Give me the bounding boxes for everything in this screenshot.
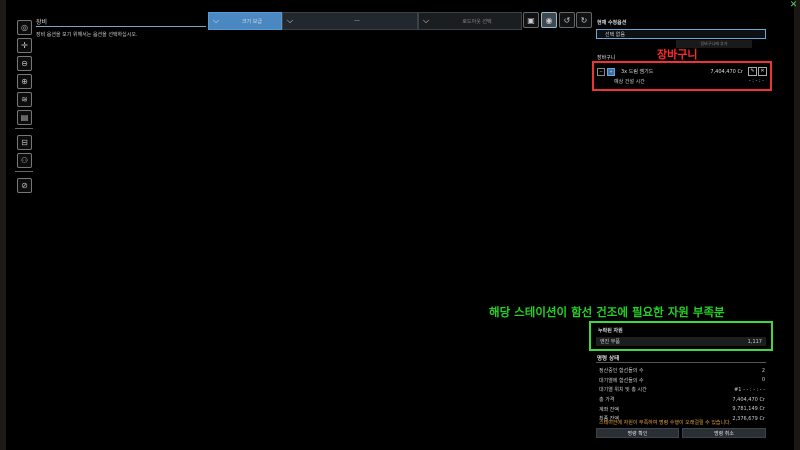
close-icon[interactable]: ✕	[789, 1, 798, 10]
crew-icon[interactable]: ⚇	[17, 153, 32, 168]
view-icon[interactable]: ◉	[541, 12, 557, 28]
title-underline	[36, 26, 206, 27]
order-status-list: 정산중인 함선들의 수2 대기열에 함선들의 수0 대기열 위치 및 총 시간 #…	[599, 366, 765, 424]
chevron-down-icon: ⌵	[212, 16, 220, 25]
order-row: 계좌 잔액 9,781,149 Cr	[599, 406, 765, 413]
save-icon[interactable]: ▣	[523, 12, 539, 28]
plus-icon[interactable]: +	[607, 67, 615, 76]
target-icon[interactable]: ✛	[17, 38, 32, 53]
no-entry-icon[interactable]: ⊘	[17, 178, 32, 193]
selection-button[interactable]: 선택 없음	[596, 29, 766, 39]
remove-icon[interactable]: ✕	[758, 67, 767, 76]
order-status-title: 명령 상태	[597, 356, 620, 362]
cart-item-build-time: 예상 건설 시간 - : - : -	[614, 78, 764, 85]
panel-title: 장비	[36, 19, 48, 26]
resource-warning: 스테이션에 자원이 부족하여 명령 수행이 오래걸릴 수 있습니다.	[599, 420, 732, 426]
loadout-dropdown[interactable]: ⌵ 로드아웃 선택	[418, 12, 522, 30]
undo-icon[interactable]: ↺	[559, 12, 575, 28]
shortage-annotation-box	[589, 321, 773, 351]
instruction-text: 장비 옵션을 보기 위해서는 옵션을 선택하십시오.	[36, 32, 138, 38]
type-dropdown[interactable]: ⌵ ---	[282, 12, 418, 30]
deployable-icon[interactable]: ⊟	[17, 135, 32, 150]
order-row: 대기열 위치 및 총 시간 #1 - - : - : - -	[599, 386, 765, 394]
toolbar-separator	[15, 128, 33, 129]
thruster-icon[interactable]: ≋	[17, 92, 32, 107]
chevron-down-icon: ⌵	[286, 16, 294, 25]
minus-icon[interactable]: −	[597, 67, 605, 76]
window-frame-right	[794, 0, 800, 450]
edit-icon[interactable]: ✎	[748, 67, 757, 76]
order-row: 총 가격 7,404,470 Cr	[599, 396, 765, 404]
shield-icon[interactable]: ⊖	[17, 56, 32, 71]
divider	[596, 362, 766, 363]
cart-item-row[interactable]: − + 3x 드림 엠기드 7,404,470 Cr ✎ ✕	[597, 66, 767, 77]
size-dropdown[interactable]: ⌵ 크기 보급	[208, 12, 282, 30]
confirm-order-button[interactable]: 명령 확인	[596, 428, 679, 438]
engine-icon[interactable]: ◎	[17, 20, 32, 35]
toolbar-separator	[15, 171, 33, 172]
order-row: 대기열에 함선들의 수0	[599, 377, 765, 384]
cart-header: 장바구니	[597, 55, 616, 61]
weapon-icon[interactable]: ⊕	[17, 74, 32, 89]
cart-annotation: 장바구니	[657, 48, 698, 61]
missing-resources-title: 누락된 자원	[598, 328, 623, 334]
cargo-icon[interactable]: ▤	[17, 110, 32, 125]
order-row: 정산중인 함선들의 수2	[599, 367, 765, 375]
shortage-annotation: 해당 스테이션이 함선 건조에 필요한 자원 부족분	[489, 305, 725, 319]
redo-icon[interactable]: ↻	[576, 12, 592, 28]
chevron-down-icon: ⌵	[422, 16, 430, 25]
left-toolbar: ◎ ✛ ⊖ ⊕ ≋ ▤ ⊟ ⚇ ⊘	[14, 20, 34, 196]
modification-title: 현재 수정옵션	[597, 20, 627, 26]
window-frame-left	[0, 0, 6, 450]
missing-resource-row: 엔진 부품 1,117	[596, 337, 766, 346]
cancel-order-button[interactable]: 명령 취소	[682, 428, 766, 438]
cart-item-price: 7,404,470 Cr	[710, 68, 743, 75]
cart-item-name: 3x 드림 엠기드	[621, 69, 654, 75]
